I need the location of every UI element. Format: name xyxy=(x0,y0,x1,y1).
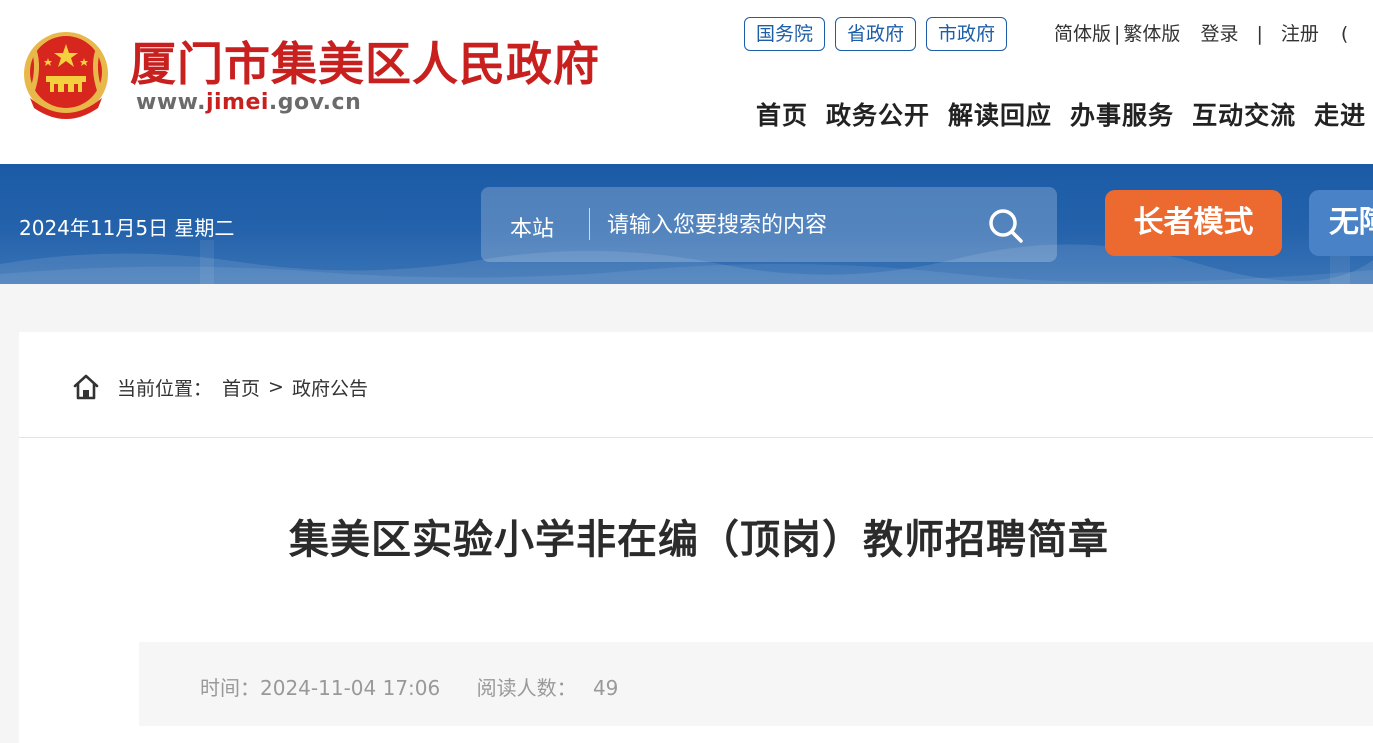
nav-home[interactable]: 首页 xyxy=(756,96,808,132)
article-card: 当前位置： 首页 > 政府公告 集美区实验小学非在编（顶岗）教师招聘简章 时间：… xyxy=(19,332,1373,743)
article-meta: 时间：2024-11-04 17:06 阅读人数： 49 xyxy=(139,642,1373,726)
home-icon[interactable] xyxy=(71,372,101,402)
site-header: 厦门市集美区人民政府 www.jimei.gov.cn 国务院 省政府 市政府 … xyxy=(0,0,1373,164)
search-icon[interactable] xyxy=(985,205,1027,247)
utility-links: 简体版 | 繁体版 登录 | 注册 ( xyxy=(1054,20,1348,48)
site-url: www.jimei.gov.cn xyxy=(136,90,361,115)
breadcrumb-arrow: > xyxy=(268,376,284,398)
gov-link-state-council[interactable]: 国务院 xyxy=(744,17,826,51)
search-input[interactable] xyxy=(607,205,977,245)
accessibility-button[interactable]: 无障 xyxy=(1309,190,1373,256)
main-nav: 首页 政务公开 解读回应 办事服务 互动交流 走进 xyxy=(756,96,1366,132)
gov-link-city[interactable]: 市政府 xyxy=(926,17,1008,51)
url-prefix: www. xyxy=(136,90,206,115)
util-separator: | xyxy=(1256,23,1263,45)
time-label: 时间： xyxy=(200,676,260,700)
current-date: 2024年11月5日 星期二 xyxy=(19,216,235,240)
reads-value: 49 xyxy=(592,676,619,700)
meta-text: 时间：2024-11-04 17:06 阅读人数： 49 xyxy=(200,672,618,701)
search-scope-select[interactable]: 本站 xyxy=(510,211,554,243)
nav-services[interactable]: 办事服务 xyxy=(1070,96,1174,132)
simplified-link[interactable]: 简体版 xyxy=(1054,20,1111,48)
traditional-link[interactable]: 繁体版 xyxy=(1123,20,1180,48)
login-link[interactable]: 登录 xyxy=(1200,20,1238,48)
nav-interaction[interactable]: 互动交流 xyxy=(1192,96,1296,132)
search-divider xyxy=(589,208,590,240)
search-banner: 2024年11月5日 星期二 本站 长者模式 无障 xyxy=(0,164,1373,284)
breadcrumb-home[interactable]: 首页 xyxy=(222,374,260,401)
site-name: 厦门市集美区人民政府 xyxy=(130,37,600,91)
nav-interpretation[interactable]: 解读回应 xyxy=(948,96,1052,132)
national-emblem-icon xyxy=(24,32,108,119)
nav-gov-affairs[interactable]: 政务公开 xyxy=(826,96,930,132)
article-title: 集美区实验小学非在编（顶岗）教师招聘简章 xyxy=(289,517,1109,563)
url-suffix: .gov.cn xyxy=(268,90,362,115)
reads-label: 阅读人数： xyxy=(476,676,577,700)
breadcrumb: 当前位置： 首页 > 政府公告 xyxy=(71,372,368,402)
time-value: 2024-11-04 17:06 xyxy=(260,676,441,700)
breadcrumb-current[interactable]: 政府公告 xyxy=(292,374,368,401)
gov-links: 国务院 省政府 市政府 xyxy=(744,17,1008,51)
gov-link-province[interactable]: 省政府 xyxy=(835,17,917,51)
search-box: 本站 xyxy=(481,187,1057,262)
nav-explore[interactable]: 走进 xyxy=(1314,96,1366,132)
util-separator: | xyxy=(1114,23,1121,45)
url-highlight: jimei xyxy=(205,90,269,115)
elder-mode-button[interactable]: 长者模式 xyxy=(1105,190,1282,256)
more-link[interactable]: ( xyxy=(1341,20,1348,48)
breadcrumb-prefix: 当前位置： xyxy=(117,377,213,400)
breadcrumb-divider xyxy=(19,437,1373,438)
register-link[interactable]: 注册 xyxy=(1281,20,1319,48)
